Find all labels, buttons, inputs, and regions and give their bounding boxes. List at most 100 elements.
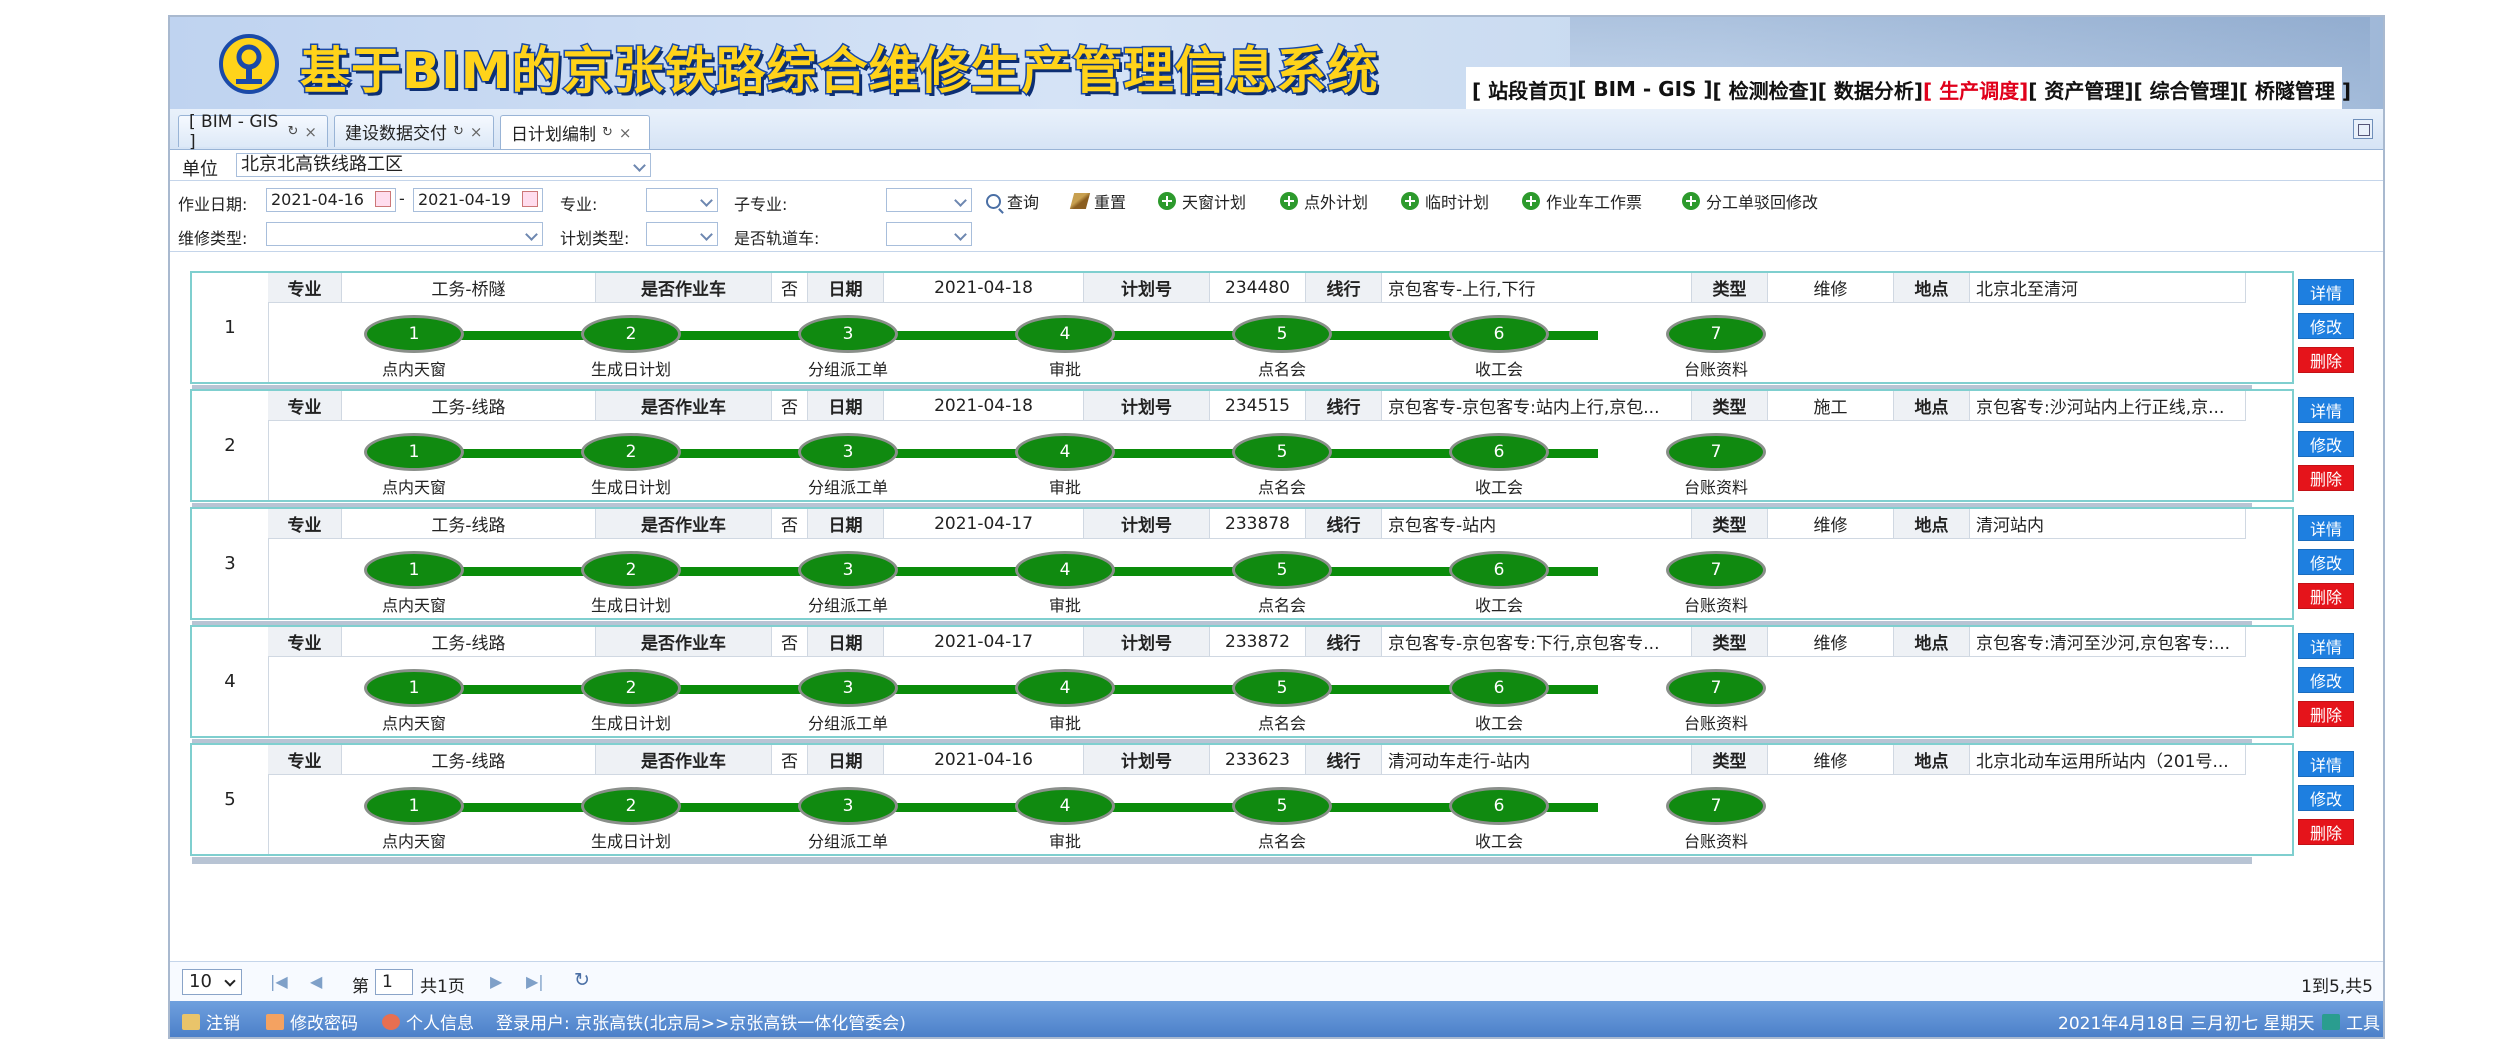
nav-item-1[interactable]: [ BIM - GIS ]: [1577, 77, 1712, 101]
last-page-icon[interactable]: ▶|: [526, 972, 544, 991]
workflow-step[interactable]: 6 收工会: [1449, 787, 1549, 851]
calendar-icon[interactable]: [522, 191, 538, 207]
nav-item-4[interactable]: [ 生产调度]: [1923, 75, 2028, 104]
workflow-step[interactable]: 4 审批: [1015, 315, 1115, 379]
close-icon[interactable]: ×: [619, 124, 632, 142]
detail-button[interactable]: 详情: [2298, 751, 2354, 777]
unit-select[interactable]: 北京北高铁线路工区: [236, 153, 651, 177]
off-window-plan-button[interactable]: 点外计划: [1280, 189, 1368, 213]
query-button[interactable]: 查询: [986, 189, 1039, 213]
workflow-step[interactable]: 3 分组派工单: [798, 551, 898, 615]
edit-button[interactable]: 修改: [2298, 667, 2354, 693]
delete-button[interactable]: 删除: [2298, 701, 2354, 727]
workflow-step[interactable]: 5 点名会: [1232, 669, 1332, 733]
tools-button[interactable]: 工具: [2322, 1009, 2380, 1034]
workflow-step[interactable]: 2 生成日计划: [581, 433, 681, 497]
workflow-step[interactable]: 1 点内天窗: [364, 787, 464, 851]
refresh-icon[interactable]: ↻: [288, 124, 299, 139]
reject-modify-button[interactable]: 分工单驳回修改: [1682, 189, 1818, 213]
repair-type-select[interactable]: [266, 222, 543, 246]
workflow-step[interactable]: 6 收工会: [1449, 669, 1549, 733]
edit-button[interactable]: 修改: [2298, 431, 2354, 457]
workflow-step[interactable]: 3 分组派工单: [798, 787, 898, 851]
workflow-step[interactable]: 3 分组派工单: [798, 433, 898, 497]
workflow-step[interactable]: 7 台账资料: [1666, 551, 1766, 615]
tab-daily-plan[interactable]: 日计划编制 ↻ ×: [500, 115, 650, 149]
workflow-step[interactable]: 5 点名会: [1232, 315, 1332, 379]
prev-page-icon[interactable]: ◀: [310, 972, 322, 991]
change-password-button[interactable]: 修改密码: [266, 1009, 358, 1034]
workflow-step[interactable]: 2 生成日计划: [581, 669, 681, 733]
close-icon[interactable]: ×: [470, 123, 483, 141]
temporary-plan-button[interactable]: 临时计划: [1401, 189, 1489, 213]
workflow-step[interactable]: 2 生成日计划: [581, 551, 681, 615]
workflow-step[interactable]: 5 点名会: [1232, 551, 1332, 615]
nav-item-3[interactable]: [ 数据分析]: [1818, 75, 1923, 104]
skylight-plan-button[interactable]: 天窗计划: [1158, 189, 1246, 213]
workflow-step[interactable]: 7 台账资料: [1666, 787, 1766, 851]
edit-button[interactable]: 修改: [2298, 313, 2354, 339]
first-page-icon[interactable]: |◀: [270, 972, 288, 991]
edit-button[interactable]: 修改: [2298, 549, 2354, 575]
delete-button[interactable]: 删除: [2298, 347, 2354, 373]
nav-item-5[interactable]: [ 资产管理]: [2028, 75, 2133, 104]
page-number-input[interactable]: 1: [375, 969, 413, 995]
date-from-input[interactable]: 2021-04-16: [266, 188, 396, 212]
tab-construction-data[interactable]: 建设数据交付 ↻ ×: [334, 115, 494, 147]
workflow-step[interactable]: 4 审批: [1015, 669, 1115, 733]
edit-button[interactable]: 修改: [2298, 785, 2354, 811]
nav-item-7[interactable]: [ 桥隧管理 ]: [2239, 75, 2351, 104]
workflow-step[interactable]: 6 收工会: [1449, 433, 1549, 497]
workflow-step[interactable]: 7 台账资料: [1666, 315, 1766, 379]
page-size-select[interactable]: 10: [182, 969, 242, 995]
nav-item-0[interactable]: [ 站段首页]: [1472, 75, 1577, 104]
workflow-step[interactable]: 5 点名会: [1232, 787, 1332, 851]
plus-icon: [1158, 192, 1176, 210]
rail-car-select[interactable]: [886, 222, 972, 246]
nav-item-2[interactable]: [ 检测检查]: [1713, 75, 1818, 104]
detail-button[interactable]: 详情: [2298, 279, 2354, 305]
refresh-icon[interactable]: ↻: [453, 124, 464, 139]
delete-button[interactable]: 删除: [2298, 819, 2354, 845]
workflow-step[interactable]: 4 审批: [1015, 433, 1115, 497]
tab-bim-gis[interactable]: [ BIM - GIS ] ↻ ×: [178, 112, 328, 152]
date-to-input[interactable]: 2021-04-19: [413, 188, 543, 212]
workflow-step[interactable]: 6 收工会: [1449, 551, 1549, 615]
workflow-step[interactable]: 5 点名会: [1232, 433, 1332, 497]
workflow-step[interactable]: 2 生成日计划: [581, 315, 681, 379]
tab-menu-icon[interactable]: [2353, 119, 2373, 139]
reset-button[interactable]: 重置: [1069, 189, 1126, 213]
workflow-step[interactable]: 3 分组派工单: [798, 315, 898, 379]
nav-item-6[interactable]: [ 综合管理]: [2134, 75, 2239, 104]
calendar-icon[interactable]: [375, 191, 391, 207]
workflow-step[interactable]: 1 点内天窗: [364, 551, 464, 615]
workflow-step[interactable]: 2 生成日计划: [581, 787, 681, 851]
specialty-select[interactable]: [646, 188, 718, 212]
workflow-step[interactable]: 3 分组派工单: [798, 669, 898, 733]
workflow-step[interactable]: 4 审批: [1015, 787, 1115, 851]
plan-type-select[interactable]: [646, 222, 718, 246]
step-label: 点内天窗: [381, 360, 446, 379]
detail-button[interactable]: 详情: [2298, 397, 2354, 423]
profile-button[interactable]: 个人信息: [382, 1009, 474, 1034]
refresh-icon[interactable]: ↻: [574, 969, 590, 991]
field-label: 日期: [808, 745, 884, 775]
sub-specialty-select[interactable]: [886, 188, 972, 212]
delete-button[interactable]: 删除: [2298, 465, 2354, 491]
workflow-step[interactable]: 4 审批: [1015, 551, 1115, 615]
workflow-step[interactable]: 6 收工会: [1449, 315, 1549, 379]
detail-button[interactable]: 详情: [2298, 515, 2354, 541]
workflow-step[interactable]: 1 点内天窗: [364, 433, 464, 497]
logout-button[interactable]: 注销: [182, 1009, 240, 1034]
workflow-step[interactable]: 7 台账资料: [1666, 669, 1766, 733]
workflow-step[interactable]: 1 点内天窗: [364, 315, 464, 379]
vehicle-ticket-button[interactable]: 作业车工作票: [1522, 189, 1642, 213]
step-number: 1: [364, 315, 464, 353]
refresh-icon[interactable]: ↻: [602, 125, 613, 140]
workflow-step[interactable]: 1 点内天窗: [364, 669, 464, 733]
next-page-icon[interactable]: ▶: [490, 972, 502, 991]
workflow-step[interactable]: 7 台账资料: [1666, 433, 1766, 497]
delete-button[interactable]: 删除: [2298, 583, 2354, 609]
close-icon[interactable]: ×: [304, 123, 317, 141]
detail-button[interactable]: 详情: [2298, 633, 2354, 659]
